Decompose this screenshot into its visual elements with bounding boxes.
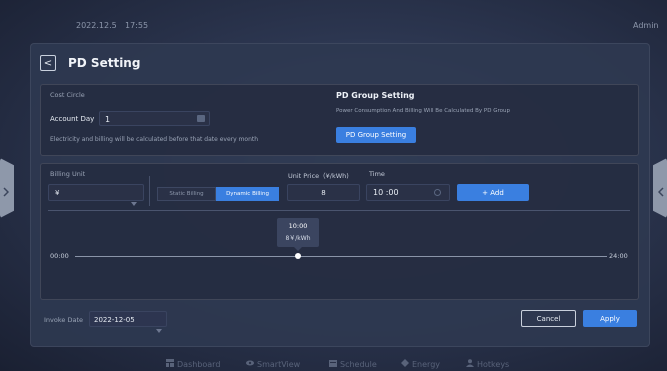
apply-button[interactable]: Apply [583, 310, 637, 327]
eye-icon [246, 359, 254, 369]
nav-label: Dashboard [177, 359, 221, 369]
unit-price-value: 8 [321, 189, 326, 197]
clock-icon [434, 189, 441, 196]
time-value: 10 :00 [373, 188, 399, 197]
nav-item-smartview[interactable]: SmartView [246, 359, 300, 369]
calendar-icon [197, 115, 205, 122]
account-day-input[interactable]: 1 [99, 111, 210, 126]
chevron-right-icon [3, 182, 10, 197]
chevron-left-icon [657, 182, 664, 197]
nav-item-schedule[interactable]: Schedule [329, 359, 377, 369]
marker-time: 10:00 [288, 222, 308, 230]
dashboard-icon [166, 359, 174, 369]
invoke-date-label: Invoke Date [44, 316, 83, 324]
cost-circle-note: Electricity and billing will be calculat… [50, 136, 259, 143]
nav-item-energy[interactable]: Energy [401, 359, 440, 369]
chevron-down-icon [156, 318, 162, 337]
divider [48, 210, 630, 211]
bottom-navigation: Dashboard SmartView Schedule Energy Hotk… [0, 356, 667, 371]
pd-group-heading: PD Group Setting [336, 91, 415, 100]
add-button[interactable]: + Add [457, 184, 529, 201]
billing-unit-select[interactable]: ¥ [48, 184, 144, 206]
chevron-left-icon: < [43, 57, 53, 69]
cancel-button[interactable]: Cancel [521, 310, 576, 327]
unit-price-label: Unit Price（¥/kWh) [288, 172, 349, 180]
chevron-down-icon [131, 191, 137, 210]
left-drawer-handle[interactable] [0, 158, 14, 218]
invoke-date-value: 2022-12-05 [94, 316, 135, 324]
timeline-marker-handle[interactable] [295, 253, 301, 259]
account-day-value: 1 [105, 115, 111, 124]
pd-group-setting-button[interactable]: PD Group Setting [336, 127, 416, 143]
nav-item-dashboard[interactable]: Dashboard [166, 359, 220, 369]
timeline-end-label: 24:00 [609, 252, 628, 260]
diamond-icon [401, 359, 409, 369]
time-input[interactable]: 10 :00 [366, 184, 450, 201]
back-button[interactable]: < [40, 55, 56, 71]
pd-group-description: Power Consumption And Billing Will Be Ca… [336, 108, 510, 114]
timeline-start-label: 00:00 [50, 252, 69, 260]
nav-label: Energy [412, 359, 441, 369]
nav-item-hotkeys[interactable]: Hotkeys [466, 359, 509, 369]
divider [149, 176, 150, 206]
nav-label: SmartView [257, 359, 301, 369]
page-title: PD Setting [68, 56, 141, 70]
marker-price: 8￥/kWh [285, 235, 311, 242]
person-icon [466, 359, 474, 369]
account-day-label: Account Day [50, 115, 95, 123]
calendar-icon [329, 359, 337, 369]
timeline-track[interactable] [75, 256, 607, 257]
current-time: 17:55 [125, 21, 149, 30]
unit-price-input[interactable]: 8 [287, 184, 360, 201]
cost-circle-heading: Cost Circle [50, 91, 85, 99]
billing-unit-value: ¥ [55, 189, 60, 197]
dynamic-billing-toggle[interactable]: Dynamic Billing [216, 187, 279, 201]
nav-label: Schedule [340, 359, 377, 369]
billing-unit-label: Billing Unit [50, 170, 86, 178]
static-billing-toggle[interactable]: Static Billing [157, 187, 216, 201]
price-marker-tooltip: 10:00 8￥/kWh [277, 218, 319, 251]
time-label: Time [369, 170, 385, 178]
current-date: 2022.12.5 [76, 21, 117, 30]
nav-label: Hotkeys [477, 359, 510, 369]
right-drawer-handle[interactable] [653, 158, 667, 218]
user-name[interactable]: Admin [633, 21, 659, 30]
invoke-date-select[interactable]: 2022-12-05 [89, 311, 167, 333]
